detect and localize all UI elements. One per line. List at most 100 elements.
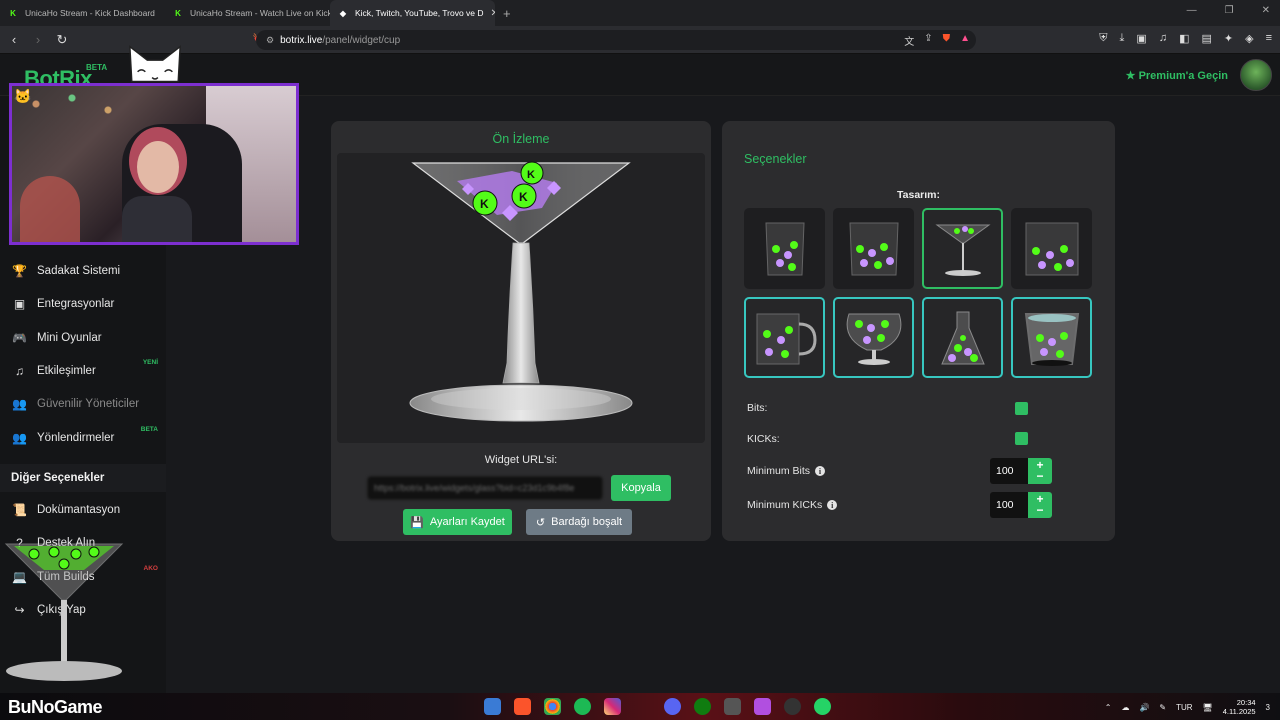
design-flask[interactable] (922, 297, 1003, 378)
network-icon[interactable]: 🖥 (1203, 703, 1213, 712)
copy-button[interactable]: Kopyala (611, 475, 671, 501)
brave-shield-icon[interactable]: ⛊ (943, 33, 951, 48)
notification-badge[interactable]: 3 (1266, 703, 1270, 712)
site-info-icon[interactable]: ⚙ (266, 35, 274, 46)
share-icon[interactable]: ⇪ (924, 33, 932, 48)
sidebar-icon[interactable]: ◧ (1179, 32, 1189, 45)
photos-icon[interactable] (754, 698, 771, 715)
min-kicks-stepper[interactable]: + − (1028, 492, 1052, 518)
minus-icon[interactable]: − (1036, 470, 1043, 482)
clock-date: 4.11.2025 (1222, 707, 1256, 716)
empty-cup-button[interactable]: ↺ Bardağı boşalt (526, 509, 632, 535)
info-icon[interactable]: i (815, 466, 826, 476)
new-tab-button[interactable]: + (503, 6, 511, 21)
save-settings-button[interactable]: 💾 Ayarları Kaydet (403, 509, 512, 535)
obs-icon[interactable] (784, 698, 801, 715)
bits-label: Bits: (747, 402, 768, 414)
forward-icon[interactable]: › (28, 32, 48, 47)
sidebar-item-integrations[interactable]: ▣ Entegrasyonlar (12, 297, 162, 311)
spotify-icon[interactable] (574, 698, 591, 715)
snifter-icon (846, 313, 901, 365)
url-host: botrix.live (280, 34, 323, 46)
translate-icon[interactable]: 文 (904, 33, 914, 48)
webcam-overlay: 🐱 (9, 83, 299, 245)
kicks-checkbox[interactable] (1015, 432, 1028, 445)
discord-icon[interactable] (664, 698, 681, 715)
close-window-icon[interactable]: ✕ (1262, 5, 1270, 16)
beta-badge: BETA (86, 63, 108, 72)
design-mug[interactable] (744, 297, 825, 378)
sidebar-item-redirects[interactable]: 👥 Yönlendirmeler BETA (12, 426, 162, 445)
preview-card: Ön İzleme K K K Widget URL'si: https://b… (331, 121, 711, 541)
tab-kick-dashboard[interactable]: K UnicaHo Stream - Kick Dashboard (0, 0, 165, 26)
design-martini-glass[interactable] (922, 208, 1003, 289)
taskbar-apps (484, 698, 831, 715)
sidebar-item-label: Yönlendirmeler (37, 432, 115, 444)
restore-icon[interactable]: ❐ (1225, 5, 1234, 16)
camera-icon[interactable]: ▣ (1136, 32, 1146, 45)
ai-icon[interactable]: ✦ (1224, 32, 1233, 45)
wallet-icon[interactable]: ▤ (1201, 32, 1211, 45)
sidebar-item-mini-games[interactable]: 🎮 Mini Oyunlar (12, 331, 162, 345)
browser-toolbar: ‹ › ↻ 🔖 ⚙ botrix.live/panel/widget/cup 文… (0, 26, 1280, 54)
tray-apps-icon[interactable]: ☁ (1121, 703, 1129, 712)
clock[interactable]: 20:34 4.11.2025 (1223, 698, 1256, 716)
address-bar[interactable]: ⚙ botrix.live/panel/widget/cup 文 ⇪ ⛊ ▲ (256, 30, 976, 50)
sidebar-item-trusted-managers[interactable]: 👥 Güvenilir Yöneticiler (12, 397, 162, 411)
brave-icon[interactable] (514, 698, 531, 715)
tab-botrix[interactable]: ◆ Kick, Twitch, YouTube, Trovo ve D ✕ (330, 0, 495, 26)
tab-kick-watch[interactable]: K UnicaHo Stream - Watch Live on Kick (165, 0, 330, 26)
music-icon: ♫ (15, 364, 24, 378)
design-bucket[interactable] (1011, 297, 1092, 378)
empty-button-label: Bardağı boşalt (551, 516, 623, 528)
reload-icon[interactable]: ↻ (52, 32, 72, 48)
premium-link[interactable]: ★ Premium'a Geçin (1126, 69, 1228, 82)
design-snifter[interactable] (833, 297, 914, 378)
design-square-jar[interactable] (1011, 208, 1092, 289)
chevron-up-icon[interactable]: ⌃ (1105, 703, 1112, 712)
svg-text:K: K (480, 197, 489, 211)
info-icon[interactable]: i (827, 500, 838, 510)
instagram-icon[interactable] (604, 698, 621, 715)
close-tab-icon[interactable]: ✕ (491, 8, 495, 19)
menu-icon[interactable]: ≡ (1266, 32, 1272, 45)
app-icon[interactable] (724, 698, 741, 715)
minimize-icon[interactable]: — (1187, 5, 1197, 16)
min-bits-stepper[interactable]: + − (1028, 458, 1052, 484)
martini-glass-preview: K K K (409, 161, 633, 422)
widget-url-field[interactable]: https://botrix.live/widgets/glass?bid=c2… (367, 476, 603, 500)
xbox-icon[interactable] (694, 698, 711, 715)
tall-glass-icon (764, 222, 805, 275)
mug-icon (756, 313, 817, 364)
min-bits-input[interactable]: 100 (990, 458, 1028, 484)
section-other-options: Diğer Seçenekler (0, 464, 166, 492)
bits-checkbox[interactable] (1015, 402, 1028, 415)
design-tall-glass[interactable] (744, 208, 825, 289)
back-icon[interactable]: ‹ (4, 32, 24, 47)
min-kicks-input[interactable]: 100 (990, 492, 1028, 518)
shield-icon[interactable]: ⛨ (1099, 32, 1107, 45)
window-controls: — ❐ ✕ (1187, 5, 1270, 16)
avatar[interactable] (1240, 59, 1272, 91)
mail-icon[interactable] (484, 698, 501, 715)
pen-icon[interactable]: ✎ (1159, 703, 1166, 712)
webcam-streamer-head (137, 141, 179, 193)
ako-badge: AKO (143, 565, 158, 572)
chrome-icon[interactable] (544, 698, 561, 715)
sidebar-item-label: Güvenilir Yöneticiler (37, 398, 140, 410)
music-icon[interactable]: ♫ (1159, 32, 1167, 45)
volume-icon[interactable]: 🔊 (1139, 703, 1149, 712)
language-indicator[interactable]: TUR (1176, 703, 1192, 712)
minus-icon[interactable]: − (1036, 504, 1043, 516)
rewards-icon[interactable]: ▲ (960, 33, 970, 48)
sidebar-item-loyalty[interactable]: 🏆 Sadakat Sistemi (12, 264, 162, 278)
flask-icon (940, 311, 985, 364)
design-wide-jar[interactable] (833, 208, 914, 289)
overlay-martini-glass (4, 543, 124, 681)
sidebar-item-interactions[interactable]: ♫ Etkileşimler YENİ (12, 359, 162, 378)
whatsapp-icon[interactable] (814, 698, 831, 715)
scroll-icon: 📜 (12, 503, 27, 517)
vpn-icon[interactable]: ◈ (1245, 32, 1253, 45)
download-icon[interactable]: ⤓ (1120, 32, 1125, 45)
sidebar-item-docs[interactable]: 📜 Dokümantasyon (12, 503, 162, 517)
